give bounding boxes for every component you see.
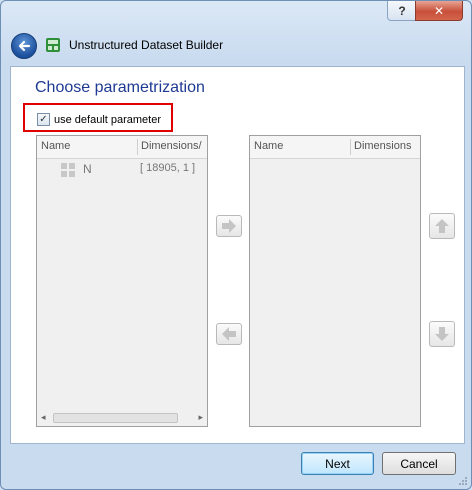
list-header: Name Dimensions bbox=[250, 136, 420, 159]
wizard-window: ? ✕ Unstructured Dataset Builder Choose … bbox=[0, 0, 472, 490]
scroll-right-icon[interactable]: ▸ bbox=[198, 412, 203, 423]
column-header-dimensions[interactable]: Dimensions bbox=[354, 140, 420, 152]
list-item[interactable]: N [ 18905, 1 ] bbox=[37, 160, 207, 178]
page-heading: Choose parametrization bbox=[35, 79, 205, 96]
column-header-name[interactable]: Name bbox=[41, 140, 70, 152]
window-title: Unstructured Dataset Builder bbox=[69, 38, 224, 52]
help-button[interactable]: ? bbox=[387, 1, 417, 21]
item-dimensions: [ 18905, 1 ] bbox=[140, 162, 196, 174]
column-divider[interactable] bbox=[137, 139, 138, 155]
arrow-left-icon bbox=[222, 327, 236, 341]
list-header: Name Dimensions/ bbox=[37, 136, 207, 159]
back-arrow-icon bbox=[18, 40, 31, 52]
resize-grip-icon[interactable] bbox=[458, 476, 468, 486]
default-parameter-label: use default parameter bbox=[54, 113, 162, 126]
grid-icon bbox=[61, 163, 75, 177]
arrow-up-icon bbox=[435, 219, 449, 233]
arrow-down-icon bbox=[435, 327, 449, 341]
arrow-right-icon bbox=[222, 219, 236, 233]
default-parameter-checkbox[interactable]: ✓ bbox=[37, 113, 50, 126]
horizontal-scrollbar[interactable]: ◂ ▸ bbox=[38, 411, 206, 425]
move-down-button[interactable] bbox=[429, 321, 455, 347]
column-header-name[interactable]: Name bbox=[254, 140, 283, 152]
help-label: ? bbox=[398, 3, 406, 18]
available-parameters-list[interactable]: Name Dimensions/ N [ 18905, 1 ] ◂ ▸ bbox=[36, 135, 208, 427]
move-left-button[interactable] bbox=[216, 323, 242, 345]
scroll-left-icon[interactable]: ◂ bbox=[41, 412, 46, 423]
default-parameter-option[interactable]: ✓ use default parameter bbox=[37, 113, 161, 126]
close-button[interactable]: ✕ bbox=[415, 1, 463, 21]
column-header-dimensions[interactable]: Dimensions/ bbox=[141, 140, 207, 152]
dataset-builder-icon bbox=[46, 38, 60, 52]
move-right-button[interactable] bbox=[216, 215, 242, 237]
move-up-button[interactable] bbox=[429, 213, 455, 239]
next-button[interactable]: Next bbox=[301, 452, 374, 475]
back-button[interactable] bbox=[11, 33, 37, 59]
cancel-button[interactable]: Cancel bbox=[382, 452, 456, 475]
selected-parameters-list[interactable]: Name Dimensions bbox=[249, 135, 421, 427]
column-divider[interactable] bbox=[350, 139, 351, 155]
close-icon: ✕ bbox=[433, 3, 445, 18]
item-name: N bbox=[83, 162, 92, 176]
scrollbar-thumb[interactable] bbox=[53, 413, 178, 423]
